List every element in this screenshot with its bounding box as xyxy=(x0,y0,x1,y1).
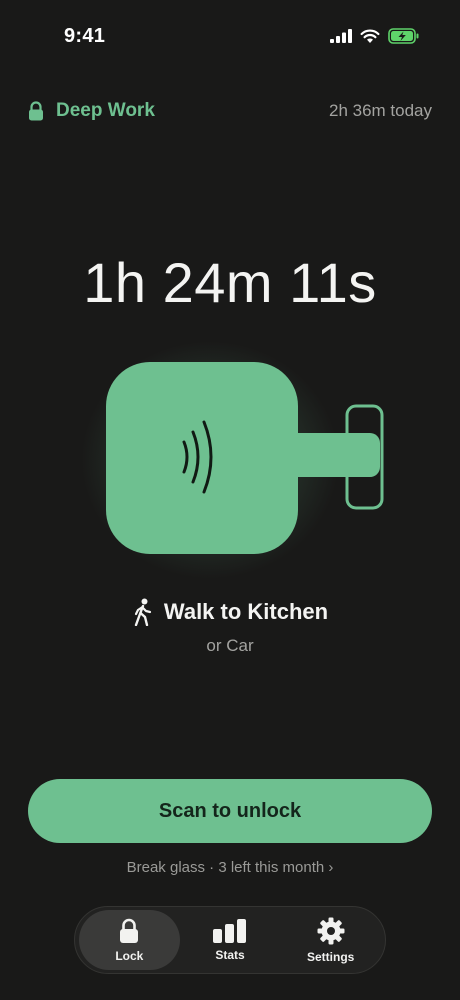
tab-label: Settings xyxy=(307,949,355,964)
gear-icon xyxy=(317,917,345,944)
scan-to-unlock-button[interactable]: Scan to unlock xyxy=(28,779,432,843)
tab-bar: Lock Stats Settings xyxy=(74,906,386,974)
tab-label: Stats xyxy=(215,947,245,962)
bar-chart-icon xyxy=(213,918,246,943)
focus-mode[interactable]: Deep Work xyxy=(28,100,155,122)
break-glass-link[interactable]: Break glass · 3 left this month › xyxy=(0,859,460,876)
unlock-location: Walk to Kitchen xyxy=(0,598,460,626)
header: Deep Work 2h 36m today xyxy=(28,96,432,126)
cellular-signal-icon xyxy=(330,29,352,43)
location-alternative: or Car xyxy=(206,636,254,655)
elapsed-timer: 1h 24m 11s xyxy=(83,251,377,314)
wifi-icon xyxy=(360,29,380,43)
today-total: 2h 36m today xyxy=(328,101,432,120)
tab-lock[interactable]: Lock xyxy=(79,910,180,970)
focus-mode-label: Deep Work xyxy=(56,100,155,121)
nfc-tag-graphic xyxy=(106,362,384,554)
walking-person-icon xyxy=(134,598,151,626)
lock-icon xyxy=(120,918,139,943)
lock-icon xyxy=(29,101,43,121)
battery-charging-icon xyxy=(388,28,419,44)
status-icons xyxy=(330,28,420,44)
tab-stats[interactable]: Stats xyxy=(180,910,281,970)
tab-label: Lock xyxy=(115,948,144,963)
nfc-tag-illustration xyxy=(80,340,400,580)
status-time: 9:41 xyxy=(64,25,106,47)
tab-settings[interactable]: Settings xyxy=(280,910,381,970)
location-title: Walk to Kitchen xyxy=(163,599,329,624)
status-bar: 9:41 xyxy=(0,0,460,70)
